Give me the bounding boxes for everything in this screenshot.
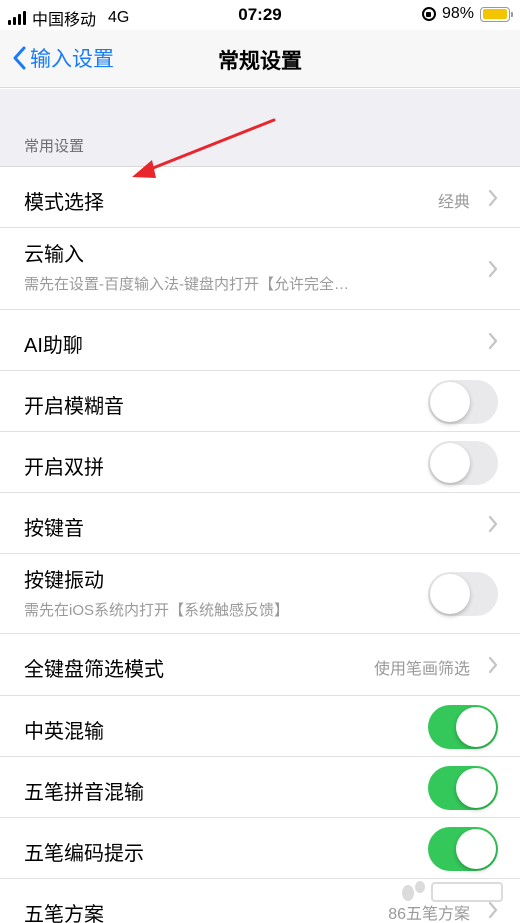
settings-row[interactable]: 全键盘筛选模式 使用笔画筛选 (0, 634, 520, 696)
settings-row-label: 五笔编码提示 (24, 842, 144, 865)
settings-row[interactable]: 按键音 (0, 493, 520, 554)
section-header: 常用设置 (24, 138, 85, 155)
toggle-switch[interactable] (428, 379, 498, 424)
settings-row[interactable]: AI助聊 (0, 310, 520, 371)
chevron-right-icon (488, 515, 498, 532)
toggle-knob (456, 706, 496, 747)
settings-row-label: 开启双拼 (24, 456, 104, 479)
toggle-knob (456, 767, 496, 808)
back-button[interactable]: 输入设置 (12, 43, 114, 73)
navigation-bar: 输入设置 常规设置 (0, 30, 520, 88)
toggle-knob (456, 828, 496, 869)
settings-row-label: 五笔拼音混输 (24, 781, 144, 804)
settings-row-label: 按键音 (24, 517, 84, 540)
settings-row[interactable]: 云输入需先在设置-百度输入法-键盘内打开【允许完全… (0, 228, 520, 310)
status-bar: 中国移动 4G 07:29 98% (0, 0, 520, 30)
settings-row: 中英混输 (0, 696, 520, 757)
toggle-switch[interactable] (428, 440, 498, 485)
settings-row: 开启模糊音 (0, 371, 520, 432)
settings-row-label: 按键振动 (24, 570, 104, 592)
settings-row: 五笔编码提示 (0, 818, 520, 879)
settings-list: 模式选择 经典云输入需先在设置-百度输入法-键盘内打开【允许完全… AI助聊开启模糊… (0, 166, 520, 923)
chevron-right-icon (488, 656, 498, 674)
chevron-left-icon (13, 46, 26, 70)
toggle-knob (430, 574, 470, 614)
settings-row-label: 全键盘筛选模式 (24, 659, 164, 681)
baidu-watermark-logo (402, 881, 503, 902)
toggle-switch[interactable] (428, 704, 498, 749)
settings-row-label: 中英混输 (24, 720, 104, 743)
toggle-knob (430, 381, 470, 422)
toggle-knob (430, 442, 470, 483)
toggle-switch[interactable] (428, 826, 498, 871)
back-button-label: 输入设置 (30, 48, 114, 71)
settings-row-label: 开启模糊音 (24, 395, 124, 418)
toggle-switch[interactable] (428, 572, 498, 616)
settings-row-value: 使用笔画筛选 (373, 661, 470, 678)
settings-row-label: AI助聊 (24, 334, 83, 357)
toggle-switch[interactable] (428, 765, 498, 810)
status-right: 98% (421, 5, 513, 23)
settings-row-label: 五笔方案 (24, 903, 104, 923)
settings-row-value: 经典 (437, 193, 470, 211)
settings-row-label: 云输入 (24, 244, 84, 266)
battery-fill (482, 9, 507, 19)
settings-row: 按键振动需先在iOS系统内打开【系统触感反馈】 (0, 554, 520, 634)
orientation-lock-icon (421, 7, 436, 21)
settings-row-label: 模式选择 (24, 191, 104, 214)
chevron-right-icon (488, 260, 498, 278)
settings-row-subtitle: 需先在设置-百度输入法-键盘内打开【允许完全… (24, 276, 349, 293)
chevron-right-icon (488, 189, 498, 206)
settings-row[interactable]: 模式选择 经典 (0, 167, 520, 228)
battery-icon (480, 6, 513, 22)
battery-percent: 98% (441, 5, 474, 22)
settings-row-subtitle: 需先在iOS系统内打开【系统触感反馈】 (24, 602, 290, 619)
chevron-right-icon (488, 332, 498, 349)
settings-row: 五笔拼音混输 (0, 757, 520, 818)
settings-row: 开启双拼 (0, 432, 520, 493)
